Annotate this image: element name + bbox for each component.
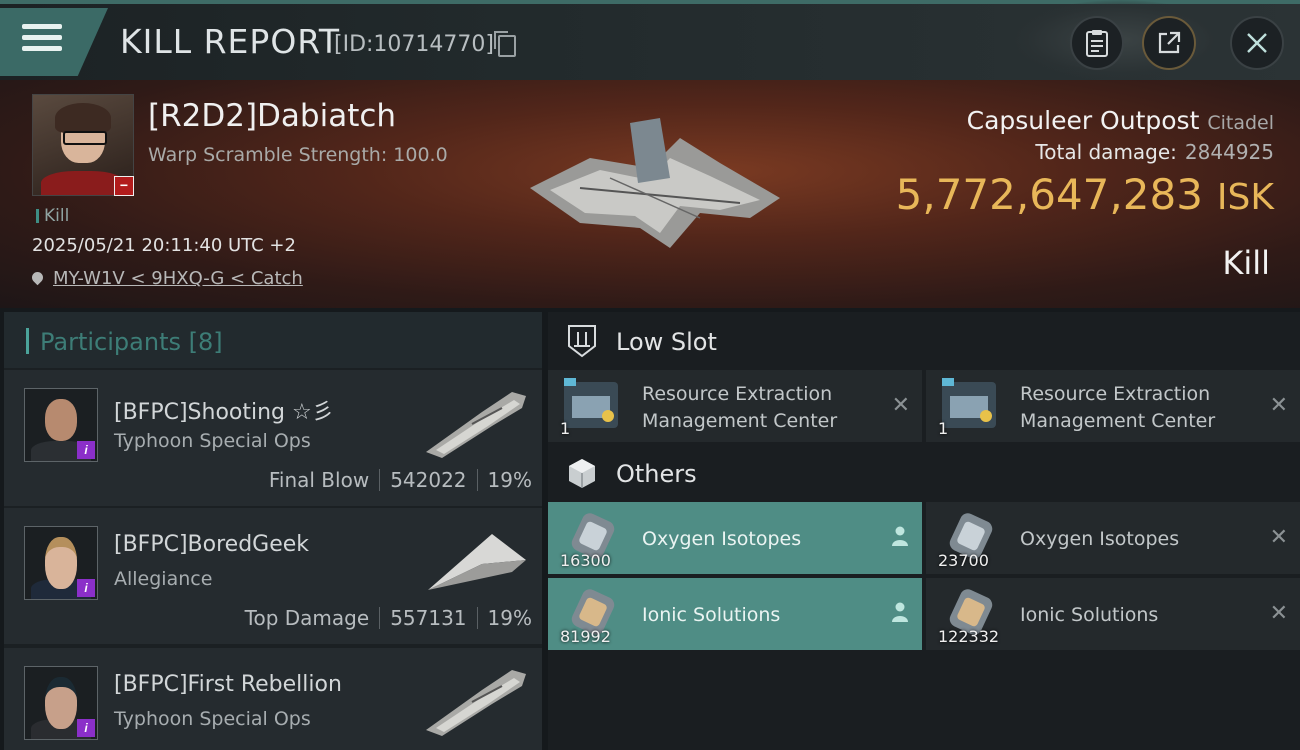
cargo-item[interactable]: 122332 Ionic Solutions ✕ [926, 578, 1300, 650]
report-id: [ID:10714770] [334, 32, 494, 57]
cargo-item[interactable]: 16300 Oxygen Isotopes [548, 502, 922, 574]
participant-stats: Top Damage 557131 19% [244, 606, 532, 630]
item-quantity: 23700 [938, 551, 989, 570]
low-slot-header: Low Slot [548, 312, 1300, 372]
location-link[interactable]: MY-W1V < 9HXQ-G < Catch [53, 268, 303, 289]
participant-ship-image [426, 670, 526, 736]
participant-avatar: i [24, 666, 98, 740]
isk-value: 5,772,647,283 ISK [895, 170, 1274, 219]
destroyed-structure-image [530, 118, 780, 248]
total-damage: Total damage: 2844925 [1035, 140, 1274, 164]
item-quantity: 81992 [560, 627, 611, 646]
dropped-person-icon [892, 526, 908, 546]
clipboard-icon [1086, 30, 1108, 57]
structure-name: Capsuleer Outpost Citadel [966, 106, 1274, 135]
destroyed-x-icon: ✕ [891, 392, 910, 417]
low-slot-title: Low Slot [616, 328, 717, 356]
participant-row[interactable]: i [BFPC]Shooting ☆彡 Typhoon Special Ops … [4, 370, 542, 506]
participant-avatar: i [24, 388, 98, 462]
item-quantity: 1 [560, 419, 571, 438]
close-button[interactable] [1230, 16, 1284, 70]
low-slot-icon [568, 325, 596, 358]
copy-icon[interactable] [494, 31, 516, 57]
participant-ship: Typhoon Special Ops [114, 430, 311, 452]
cargo-item[interactable]: 23700 Oxygen Isotopes ✕ [926, 502, 1300, 574]
participant-ship-image [428, 534, 526, 590]
low-slot-item[interactable]: 1 Resource Extraction Management Center ✕ [926, 370, 1300, 442]
item-quantity: 1 [938, 419, 949, 438]
participants-title: Participants [8] [40, 328, 223, 356]
structure-type: Citadel [1207, 112, 1274, 134]
participant-stats: Final Blow 542022 19% [268, 468, 532, 492]
destroyed-x-icon: ✕ [1269, 600, 1288, 625]
info-badge-icon: i [77, 579, 95, 597]
item-quantity: 122332 [938, 627, 1000, 646]
dropped-person-icon [892, 602, 908, 622]
participant-row[interactable]: i [BFPC]BoredGeek Allegiance Top Damage 5… [4, 508, 542, 644]
kill-result: Kill [1222, 244, 1270, 282]
close-icon [1247, 33, 1267, 53]
participant-ship: Typhoon Special Ops [114, 708, 311, 730]
location-pin-icon [29, 269, 46, 286]
participant-name: [BFPC]Shooting ☆彡 [114, 400, 334, 425]
info-badge-icon: i [77, 719, 95, 737]
item-name: Ionic Solutions [1020, 604, 1159, 626]
participant-row[interactable]: i [BFPC]First Rebellion Typhoon Special … [4, 648, 542, 750]
participant-name: [BFPC]First Rebellion [114, 672, 342, 697]
hamburger-menu-icon[interactable] [22, 24, 62, 58]
participant-name: [BFPC]BoredGeek [114, 532, 310, 557]
kill-location: MY-W1V < 9HXQ-G < Catch [29, 268, 303, 289]
participants-header: Participants [8] [4, 312, 542, 368]
item-name: Oxygen Isotopes [1020, 528, 1180, 550]
item-quantity: 16300 [560, 551, 611, 570]
cargo-item[interactable]: 81992 Ionic Solutions [548, 578, 922, 650]
destroyed-x-icon: ✕ [1269, 392, 1288, 417]
participant-avatar: i [24, 526, 98, 600]
share-icon [1158, 31, 1181, 54]
item-name: Resource Extraction Management Center [1020, 383, 1216, 432]
participant-ship-image [426, 392, 526, 458]
warp-scramble-strength: Warp Scramble Strength: 100.0 [148, 144, 448, 166]
others-header: Others [548, 444, 1300, 504]
kill-timestamp: 2025/05/21 20:11:40 UTC +2 [32, 235, 296, 256]
participant-ship: Allegiance [114, 568, 213, 590]
page-title: KILL REPORT [120, 22, 340, 61]
item-name: Resource Extraction Management Center [642, 383, 838, 432]
standing-minus-icon: − [114, 176, 134, 196]
item-name: Ionic Solutions [642, 604, 781, 626]
info-badge-icon: i [77, 441, 95, 459]
destroyed-x-icon: ✕ [1269, 524, 1288, 549]
cargo-box-icon [569, 459, 595, 488]
item-name: Oxygen Isotopes [642, 528, 802, 550]
victim-name[interactable]: [R2D2]Dabiatch [148, 98, 396, 134]
clipboard-button[interactable] [1070, 16, 1124, 70]
others-title: Others [616, 460, 697, 488]
low-slot-item[interactable]: 1 Resource Extraction Management Center ✕ [548, 370, 922, 442]
kill-tag: Kill [36, 206, 69, 226]
share-button[interactable] [1142, 16, 1196, 70]
